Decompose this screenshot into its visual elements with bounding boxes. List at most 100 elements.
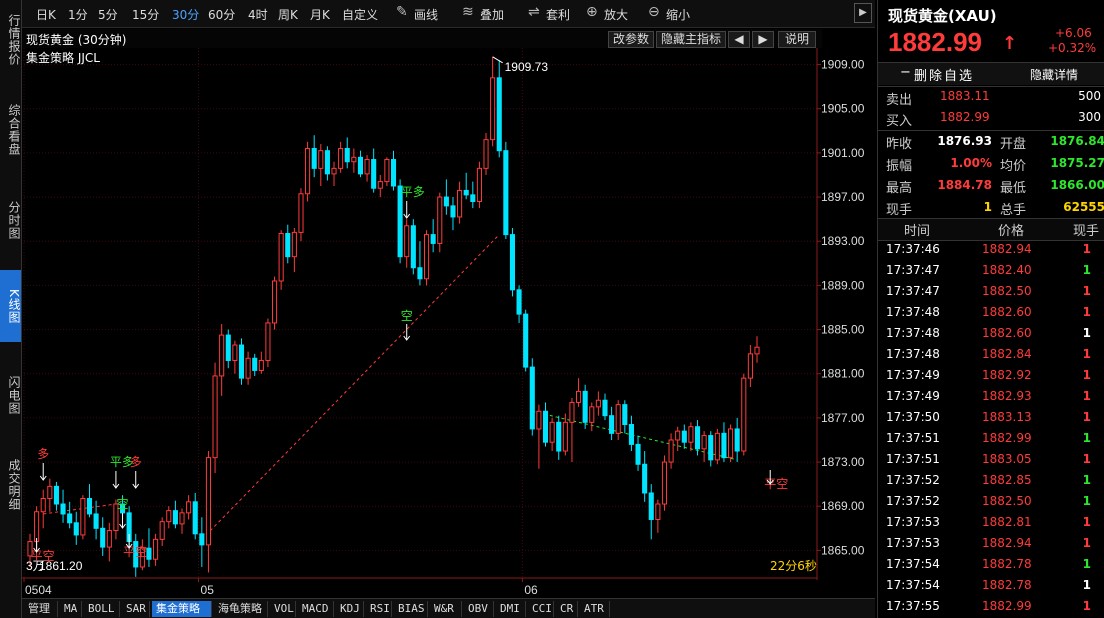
hide-details-button[interactable]: 隐藏详情 xyxy=(1030,66,1078,83)
tool-4[interactable]: 缩小 xyxy=(666,6,690,23)
arbitrage-icon[interactable]: ⇌ xyxy=(528,4,540,20)
indicator-tab-11[interactable]: W&R xyxy=(430,601,462,617)
indicator-tab-12[interactable]: OBV xyxy=(464,601,494,617)
candlestick-chart[interactable]: 集金策略 JJCL 1909.00 1905.00 1901.00 1897.00 189… xyxy=(22,48,875,598)
candle-body xyxy=(595,399,601,408)
sidebar-tab-0[interactable]: 行情报价 xyxy=(0,0,21,80)
tick-row: 17:37:51 1882.99 1 xyxy=(878,429,1104,450)
candle-body xyxy=(562,421,568,452)
tick-time: 17:37:50 xyxy=(886,410,940,424)
pencil-icon[interactable]: ✎ xyxy=(396,4,408,20)
period-9[interactable]: 自定义 xyxy=(342,6,378,23)
tick-volume: 1 xyxy=(1082,326,1091,340)
period-3[interactable]: 15分 xyxy=(132,6,159,23)
indicator-tab-2[interactable]: BOLL xyxy=(84,601,120,617)
candle-body xyxy=(357,156,364,175)
indicator-tab-7[interactable]: MACD xyxy=(298,601,334,617)
tick-row: 17:37:48 1882.60 1 xyxy=(878,324,1104,345)
period-7[interactable]: 周K xyxy=(278,6,298,23)
indicator-tab-16[interactable]: ATR xyxy=(580,601,610,617)
tick-volume: 1 xyxy=(1082,263,1091,277)
period-8[interactable]: 月K xyxy=(310,6,330,23)
indicator-tab-1[interactable]: MA xyxy=(60,601,82,617)
candle-body xyxy=(661,461,668,505)
indicator-tab-14[interactable]: CCI xyxy=(528,601,554,617)
stack-icon[interactable]: ≋ xyxy=(462,4,474,20)
candle-body xyxy=(34,511,40,543)
tick-price: 1882.92 xyxy=(982,368,1032,382)
stat-label: 总手 xyxy=(1000,203,1027,218)
ticks-header-price: 价格 xyxy=(998,224,1025,239)
period-1[interactable]: 1分 xyxy=(68,6,88,23)
sidebar-tab-2[interactable]: 分时图 xyxy=(0,180,21,260)
candle-body xyxy=(701,435,707,450)
indicator-tab-0[interactable]: 管理 xyxy=(24,601,58,617)
bid-row: 买入 1882.99 300 xyxy=(878,110,1104,131)
panel-actions: − 删除自选 隐藏详情 xyxy=(878,63,1104,85)
next-arrow-button[interactable]: ▶ xyxy=(752,31,774,48)
candle-body xyxy=(734,428,740,452)
candle-body xyxy=(668,439,674,463)
tick-row: 17:37:48 1882.60 1 xyxy=(878,303,1104,324)
sidebar-tab-1[interactable]: 综合看盘 xyxy=(0,90,21,170)
tick-price: 1882.99 xyxy=(982,599,1032,613)
period-4[interactable]: 30分 xyxy=(172,6,199,23)
indicator-tab-10[interactable]: BIAS xyxy=(394,601,428,617)
tool-0[interactable]: 画线 xyxy=(414,6,438,23)
candle-body xyxy=(371,159,377,189)
candle-body xyxy=(754,346,760,355)
candle-body xyxy=(47,485,53,499)
indicator-tab-6[interactable]: VOL xyxy=(270,601,296,617)
candle-body xyxy=(516,289,522,315)
tick-time: 17:37:54 xyxy=(886,557,940,571)
help-button[interactable]: 说明 xyxy=(778,31,816,48)
remove-watchlist-icon[interactable]: − xyxy=(900,65,911,80)
period-5[interactable]: 60分 xyxy=(208,6,235,23)
candle-body xyxy=(179,512,185,525)
indicator-tab-13[interactable]: DMI xyxy=(496,601,526,617)
sidebar-tab-4[interactable]: 闪电图 xyxy=(0,360,21,430)
tick-time: 17:37:49 xyxy=(886,389,940,403)
y-tick-label: 1897.00 xyxy=(821,190,865,204)
zoom-in-icon[interactable]: ⊕ xyxy=(586,4,598,20)
period-0[interactable]: 日K xyxy=(36,6,56,23)
zoom-out-icon[interactable]: ⊖ xyxy=(648,4,660,20)
prev-arrow-button[interactable]: ◀ xyxy=(728,31,750,48)
remove-watchlist-button[interactable]: 删除自选 xyxy=(914,65,974,84)
tick-volume: 1 xyxy=(1082,578,1091,592)
edit-params-button[interactable]: 改参数 xyxy=(608,31,654,48)
sidebar-tab-3[interactable]: K线图 xyxy=(0,270,21,342)
hide-main-indicator-button[interactable]: 隐藏主指标 xyxy=(656,31,726,48)
candle-body xyxy=(199,533,205,546)
sidebar-tab-5[interactable]: 成交明细 xyxy=(0,440,21,530)
indicator-tab-9[interactable]: RSI xyxy=(366,601,392,617)
candle-body xyxy=(153,538,159,560)
tick-price: 1882.40 xyxy=(982,263,1032,277)
candle-body xyxy=(622,404,628,426)
period-2[interactable]: 5分 xyxy=(98,6,118,23)
indicator-tab-15[interactable]: CR xyxy=(556,601,578,617)
tick-list[interactable]: 17:37:46 1882.94 1 17:37:47 1882.40 1 17:37:47… xyxy=(878,240,1104,618)
indicator-tab-4[interactable]: 集金策略 xyxy=(152,601,212,617)
indicator-tab-3[interactable]: SAR xyxy=(122,601,150,617)
y-tick-label: 1893.00 xyxy=(821,234,865,248)
period-6[interactable]: 4时 xyxy=(248,6,268,23)
candle-body xyxy=(681,430,687,443)
tool-3[interactable]: 放大 xyxy=(604,6,628,23)
tick-time: 17:37:55 xyxy=(886,599,940,613)
toolbar-arrow-button[interactable]: ▶ xyxy=(854,3,872,23)
candle-body xyxy=(529,366,535,430)
indicator-tab-8[interactable]: KDJ xyxy=(336,601,364,617)
tool-2[interactable]: 套利 xyxy=(546,6,570,23)
x-tick-label: 06 xyxy=(524,583,538,597)
tool-1[interactable]: 叠加 xyxy=(480,6,504,23)
candle-body xyxy=(655,503,661,520)
x-tick-label: 0504 xyxy=(25,583,52,597)
candle-body xyxy=(338,147,344,169)
x-tick-label: 05 xyxy=(201,583,215,597)
tick-row: 17:37:49 1882.93 1 xyxy=(878,387,1104,408)
candle-body xyxy=(285,233,291,258)
indicator-tab-5[interactable]: 海龟策略 xyxy=(214,601,268,617)
candle-body xyxy=(609,415,615,434)
y-tick-label: 1905.00 xyxy=(821,102,865,116)
